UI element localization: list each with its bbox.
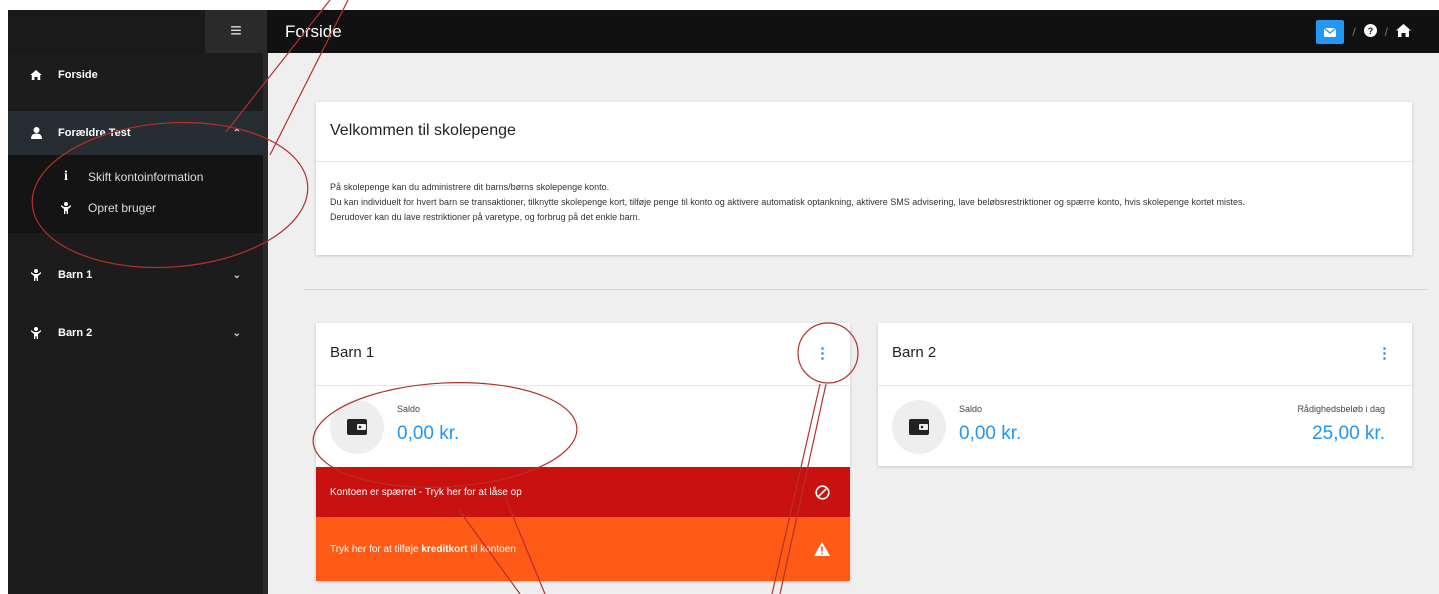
info-icon: i [64, 169, 68, 184]
separator: / [1384, 25, 1388, 39]
home-icon [29, 70, 43, 80]
submenu-item-create-user[interactable]: Opret bruger [8, 196, 263, 220]
wallet-icon [330, 400, 384, 454]
svg-text:?: ? [1367, 26, 1373, 36]
submenu-item-account-info[interactable]: i Skift kontoinformation [8, 165, 263, 189]
warning-icon [814, 542, 830, 556]
sidebar-item-forside[interactable]: Forside [8, 53, 263, 97]
envelope-icon[interactable] [1316, 20, 1345, 44]
account-blocked-banner[interactable]: Kontoen er spærret - Tryk her for at lås… [316, 467, 850, 517]
sidebar-item-label: Forside [58, 69, 98, 81]
kebab-menu-icon[interactable]: ⋮ [815, 344, 830, 362]
add-credit-card-banner[interactable]: Tryk her for at tilføje kreditkort til k… [316, 517, 850, 581]
welcome-paragraph: På skolepenge kan du administrere dit ba… [330, 182, 610, 192]
saldo-value: 0,00 kr. [959, 423, 1022, 444]
sidebar-item-barn-2[interactable]: Barn 2 ⌄ [8, 311, 263, 355]
child-name: Barn 2 [892, 344, 937, 361]
available-value: 25,00 kr. [1312, 423, 1385, 444]
saldo-label: Saldo [959, 404, 983, 414]
sidebar-submenu: i Skift kontoinformation Opret bruger [8, 155, 263, 233]
chevron-down-icon: ⌄ [232, 269, 241, 281]
welcome-card: Velkommen til skolepenge På skolepenge k… [316, 102, 1412, 255]
welcome-paragraph: Derudover kan du lave restriktioner på v… [330, 212, 641, 222]
child-card-1: Barn 1 ⋮ Saldo 0,00 kr. Kontoen er spærr… [316, 323, 850, 581]
kebab-menu-icon[interactable]: ⋮ [1377, 344, 1392, 362]
page-title: Forside [285, 22, 342, 41]
app-frame: ≡ Forside / ? / Forside Forældre Test ⌃ … [8, 10, 1439, 594]
welcome-title: Velkommen til skolepenge [330, 122, 516, 139]
saldo-label: Saldo [397, 404, 421, 414]
sidebar-item-label: Barn 2 [58, 327, 93, 339]
chevron-up-icon: ⌃ [232, 127, 241, 139]
divider [316, 385, 850, 386]
banner-text-bold: kreditkort [421, 543, 468, 555]
sidebar-item-label: Forældre Test [58, 127, 131, 139]
child-name: Barn 1 [330, 344, 375, 361]
available-label: Rådighedsbeløb i dag [1297, 404, 1385, 414]
child-icon [29, 327, 43, 339]
home-icon[interactable] [1396, 24, 1411, 40]
chevron-down-icon: ⌄ [232, 327, 241, 339]
ban-icon [815, 484, 830, 500]
banner-text: Tryk her for at tilføje kreditkort til k… [330, 544, 516, 555]
sidebar-item-parent[interactable]: Forældre Test ⌃ [8, 111, 263, 155]
sidebar-item-label: Barn 1 [58, 269, 93, 281]
hamburger-icon[interactable]: ≡ [205, 10, 267, 53]
banner-text: Kontoen er spærret - Tryk her for at lås… [330, 486, 522, 498]
saldo-value: 0,00 kr. [397, 423, 460, 444]
top-bar: ≡ Forside / ? / [8, 10, 1439, 53]
submenu-item-label: Opret bruger [88, 201, 157, 215]
child-icon [29, 269, 43, 281]
top-icons: / ? / [1316, 20, 1411, 44]
banner-text-prefix: Tryk her for at tilføje [330, 543, 422, 555]
separator: / [1352, 25, 1356, 39]
submenu-item-label: Skift kontoinformation [88, 170, 204, 184]
welcome-body: På skolepenge kan du administrere dit ba… [330, 182, 1392, 227]
welcome-paragraph: Du kan individuelt for hvert barn se tra… [330, 197, 1245, 207]
divider [878, 385, 1412, 386]
wallet-icon [892, 400, 946, 454]
section-divider [304, 289, 1428, 290]
banner-text-suffix: til kontoen [467, 543, 516, 555]
question-circle-icon[interactable]: ? [1363, 24, 1377, 40]
child-icon [59, 202, 73, 214]
sidebar-item-barn-1[interactable]: Barn 1 ⌄ [8, 253, 263, 297]
user-icon [29, 127, 43, 139]
child-card-2: Barn 2 ⋮ Saldo 0,00 kr. Rådighedsbeløb i… [878, 323, 1412, 466]
sidebar: Forside Forældre Test ⌃ i Skift kontoinf… [8, 53, 268, 594]
divider [316, 161, 1412, 162]
